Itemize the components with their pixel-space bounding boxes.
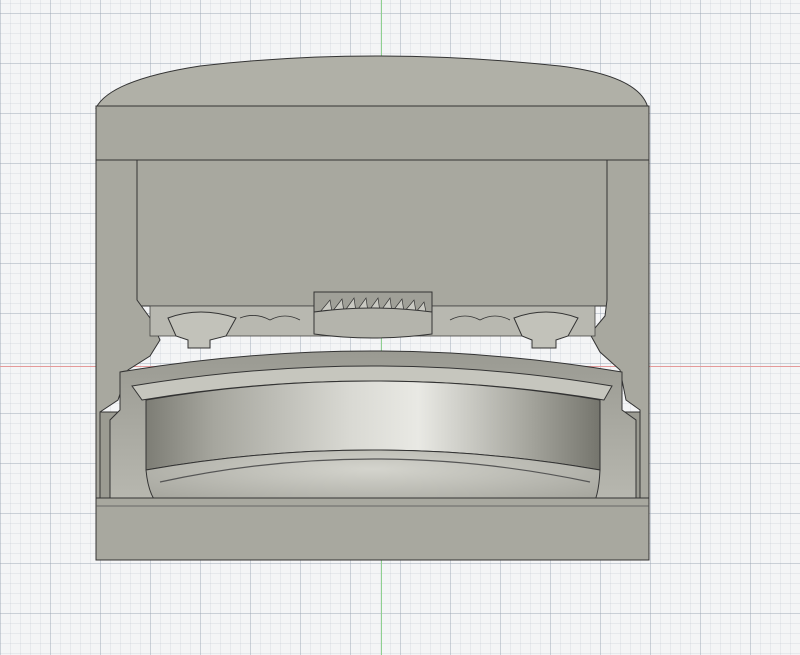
upper-body [95,105,650,161]
inner-block [136,159,608,307]
gear-disc [313,307,433,339]
base-plate [95,497,650,561]
modeling-viewport[interactable] [0,0,800,655]
section-model[interactable] [0,0,800,655]
dome-top [95,55,649,109]
left-knob [167,311,237,349]
right-knob [513,311,579,349]
